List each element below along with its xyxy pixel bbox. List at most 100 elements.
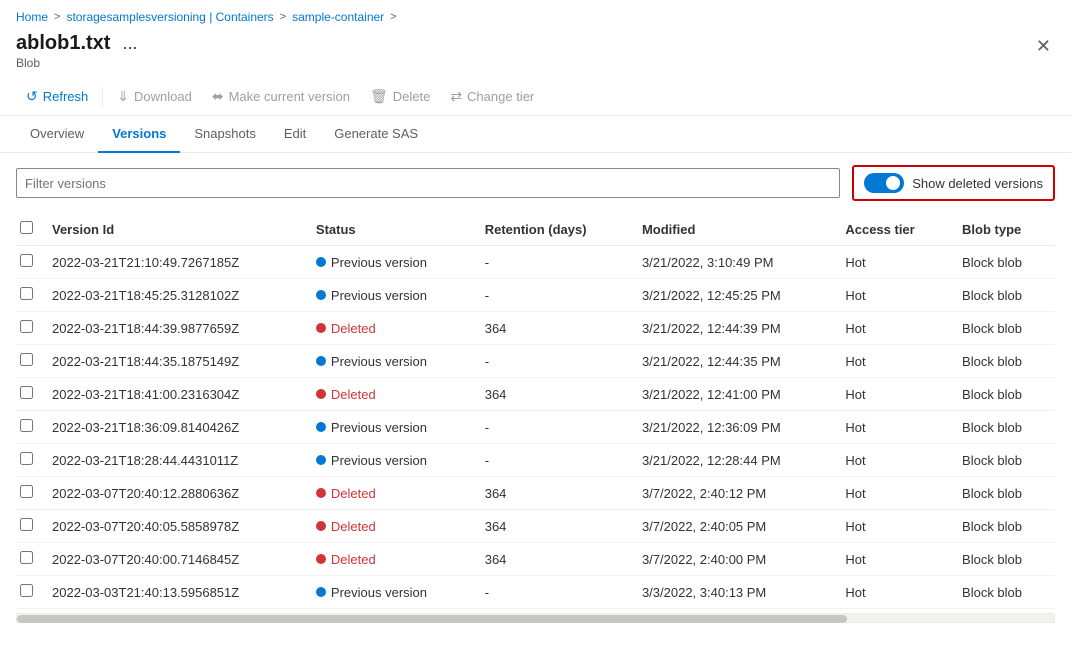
cell-access-tier: Hot <box>833 444 950 477</box>
title-block: ablob1.txt ... Blob <box>16 32 141 70</box>
table-header: Version Id Status Retention (days) Modif… <box>16 213 1055 246</box>
row-checkbox[interactable] <box>20 287 33 300</box>
tab-versions[interactable]: Versions <box>98 116 180 153</box>
th-modified: Modified <box>630 213 833 246</box>
cell-status: Deleted <box>304 477 473 510</box>
status-dot-blue <box>316 356 326 366</box>
row-checkbox[interactable] <box>20 254 33 267</box>
th-retention: Retention (days) <box>473 213 630 246</box>
table-row: 2022-03-21T21:10:49.7267185ZPrevious ver… <box>16 246 1055 279</box>
select-all-checkbox[interactable] <box>20 221 33 234</box>
row-checkbox[interactable] <box>20 386 33 399</box>
filter-input[interactable] <box>16 168 840 198</box>
cell-version-id: 2022-03-21T18:44:35.1875149Z <box>40 345 304 378</box>
cell-retention: - <box>473 444 630 477</box>
th-access-tier: Access tier <box>833 213 950 246</box>
cell-blob-type: Block blob <box>950 543 1055 576</box>
toggle-label: Show deleted versions <box>912 176 1043 191</box>
cell-blob-type: Block blob <box>950 378 1055 411</box>
cell-version-id: 2022-03-21T18:45:25.3128102Z <box>40 279 304 312</box>
row-checkbox[interactable] <box>20 353 33 366</box>
status-deleted: Deleted <box>316 321 461 336</box>
tab-overview[interactable]: Overview <box>16 116 98 153</box>
status-prev: Previous version <box>316 288 461 303</box>
cell-retention: 364 <box>473 477 630 510</box>
status-deleted: Deleted <box>316 486 461 501</box>
tab-snapshots[interactable]: Snapshots <box>180 116 269 153</box>
cell-version-id: 2022-03-21T18:28:44.4431011Z <box>40 444 304 477</box>
cell-blob-type: Block blob <box>950 444 1055 477</box>
download-label: Download <box>134 89 192 104</box>
refresh-button[interactable]: ↺ Refresh <box>16 84 98 109</box>
table-row: 2022-03-21T18:36:09.8140426ZPrevious ver… <box>16 411 1055 444</box>
cell-version-id: 2022-03-07T20:40:05.5858978Z <box>40 510 304 543</box>
filter-row: Show deleted versions <box>0 153 1071 213</box>
download-button[interactable]: ⇓ Download <box>107 84 202 109</box>
cell-status: Previous version <box>304 444 473 477</box>
tab-edit[interactable]: Edit <box>270 116 320 153</box>
make-current-button[interactable]: ⬌ Make current version <box>202 84 360 109</box>
row-checkbox[interactable] <box>20 452 33 465</box>
cell-access-tier: Hot <box>833 411 950 444</box>
tab-generate-sas[interactable]: Generate SAS <box>320 116 432 153</box>
row-checkbox[interactable] <box>20 584 33 597</box>
row-checkbox[interactable] <box>20 419 33 432</box>
cell-retention: - <box>473 411 630 444</box>
cell-retention: 364 <box>473 543 630 576</box>
delete-button[interactable]: 🗑 Delete <box>360 84 440 109</box>
cell-retention: - <box>473 279 630 312</box>
toggle-container: Show deleted versions <box>852 165 1055 201</box>
close-button[interactable]: ✕ <box>1032 32 1055 61</box>
cell-status: Previous version <box>304 246 473 279</box>
refresh-label: Refresh <box>43 89 89 104</box>
table-row: 2022-03-21T18:28:44.4431011ZPrevious ver… <box>16 444 1055 477</box>
status-dot-red <box>316 521 326 531</box>
row-checkbox[interactable] <box>20 320 33 333</box>
cell-access-tier: Hot <box>833 345 950 378</box>
toggle-switch[interactable] <box>864 173 904 193</box>
status-deleted: Deleted <box>316 387 461 402</box>
table-row: 2022-03-07T20:40:00.7146845ZDeleted3643/… <box>16 543 1055 576</box>
horizontal-scrollbar[interactable] <box>16 613 1055 623</box>
th-version-id: Version Id <box>40 213 304 246</box>
cell-status: Deleted <box>304 543 473 576</box>
breadcrumb-sep-1: > <box>54 11 60 23</box>
cell-status: Previous version <box>304 411 473 444</box>
breadcrumb-sep-2: > <box>280 11 286 23</box>
cell-retention: - <box>473 345 630 378</box>
cell-blob-type: Block blob <box>950 510 1055 543</box>
toggle-slider <box>864 173 904 193</box>
cell-modified: 3/21/2022, 12:28:44 PM <box>630 444 833 477</box>
cell-version-id: 2022-03-21T18:44:39.9877659Z <box>40 312 304 345</box>
row-checkbox[interactable] <box>20 485 33 498</box>
breadcrumb-container[interactable]: sample-container <box>292 10 384 24</box>
cell-status: Deleted <box>304 312 473 345</box>
table-row: 2022-03-07T20:40:05.5858978ZDeleted3643/… <box>16 510 1055 543</box>
status-dot-blue <box>316 290 326 300</box>
status-dot-red <box>316 389 326 399</box>
status-dot-red <box>316 323 326 333</box>
cell-access-tier: Hot <box>833 477 950 510</box>
breadcrumb: Home > storagesamplesversioning | Contai… <box>0 0 1071 28</box>
cell-access-tier: Hot <box>833 378 950 411</box>
ellipsis-button[interactable]: ... <box>118 33 141 54</box>
cell-modified: 3/21/2022, 12:36:09 PM <box>630 411 833 444</box>
cell-blob-type: Block blob <box>950 345 1055 378</box>
page-title-row: ablob1.txt ... <box>16 32 141 55</box>
table-row: 2022-03-21T18:41:00.2316304ZDeleted3643/… <box>16 378 1055 411</box>
row-checkbox[interactable] <box>20 518 33 531</box>
breadcrumb-storage[interactable]: storagesamplesversioning | Containers <box>66 10 273 24</box>
cell-access-tier: Hot <box>833 543 950 576</box>
cell-retention: 364 <box>473 510 630 543</box>
versions-table: Version Id Status Retention (days) Modif… <box>16 213 1055 609</box>
tab-bar: Overview Versions Snapshots Edit Generat… <box>0 116 1071 153</box>
cell-modified: 3/7/2022, 2:40:05 PM <box>630 510 833 543</box>
cell-retention: 364 <box>473 378 630 411</box>
cell-access-tier: Hot <box>833 510 950 543</box>
cell-access-tier: Hot <box>833 246 950 279</box>
page-subtitle: Blob <box>16 56 141 70</box>
row-checkbox[interactable] <box>20 551 33 564</box>
cell-modified: 3/7/2022, 2:40:12 PM <box>630 477 833 510</box>
change-tier-button[interactable]: ⇄ Change tier <box>440 84 544 109</box>
breadcrumb-home[interactable]: Home <box>16 10 48 24</box>
